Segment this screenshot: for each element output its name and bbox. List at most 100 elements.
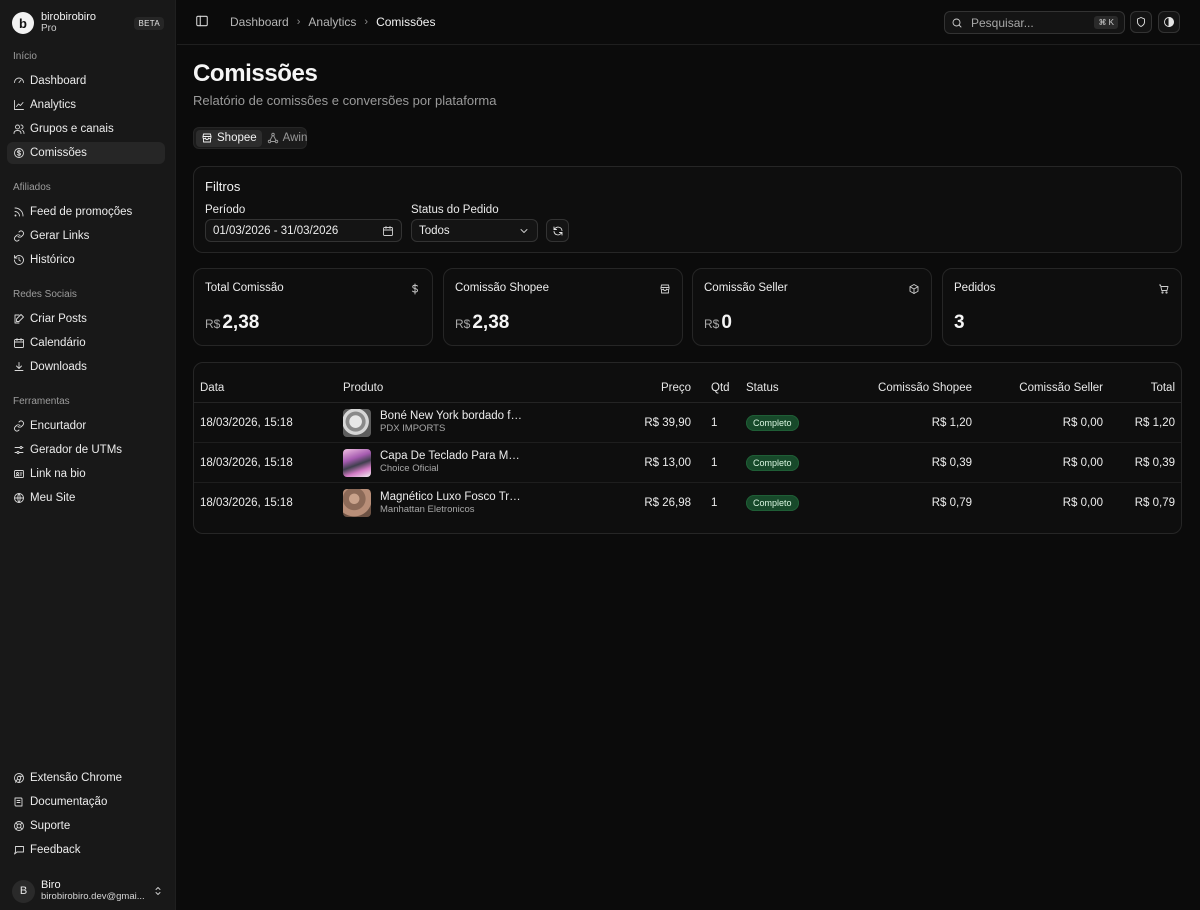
sidebar-item-utms[interactable]: Gerador de UTMs	[7, 439, 165, 461]
cell-date: 18/03/2026, 15:18	[200, 456, 293, 469]
network-icon	[267, 132, 279, 144]
cell-total: R$ 0,39	[1134, 456, 1175, 469]
cell-comissao-seller: R$ 0,00	[1062, 497, 1103, 509]
tab-label: Awin	[282, 132, 308, 144]
sidebar-item-comissoes[interactable]: Comissões	[7, 142, 165, 164]
cell-qty: 1	[711, 456, 718, 469]
sidebar-item-meu-site[interactable]: Meu Site	[7, 487, 165, 509]
globe-icon	[13, 492, 25, 504]
sidebar-item-documentacao[interactable]: Documentação	[7, 791, 165, 813]
sidebar-item-label: Analytics	[30, 99, 77, 111]
cell-total: R$ 0,79	[1134, 497, 1175, 509]
users-icon	[13, 123, 25, 135]
dollar-icon	[409, 283, 421, 295]
tab-awin[interactable]: Awin	[262, 130, 313, 147]
section-label-afiliados: Afiliados	[13, 182, 51, 193]
store-icon	[659, 283, 671, 295]
sidebar-item-label: Calendário	[30, 337, 86, 349]
section-label-inicio: Início	[13, 51, 37, 62]
stat-currency: R$	[704, 317, 720, 331]
package-icon	[908, 283, 920, 295]
search-input[interactable]: Pesquisar... ⌘ K	[944, 11, 1125, 34]
stat-label: Pedidos	[954, 282, 996, 294]
contrast-icon	[1163, 16, 1175, 28]
brand-logo: b	[12, 12, 34, 34]
breadcrumb: Dashboard › Analytics › Comissões	[230, 15, 435, 29]
breadcrumb-dashboard[interactable]: Dashboard	[230, 15, 289, 29]
search-shortcut: ⌘ K	[1094, 16, 1118, 29]
sidebar-item-encurtador[interactable]: Encurtador	[7, 415, 165, 437]
panel-left-icon	[195, 14, 211, 28]
chart-line-icon	[13, 99, 25, 111]
brand-switcher[interactable]: b birobirobiro Pro BETA	[12, 10, 164, 36]
cell-product: Magnético Luxo Fosco Tran... Manhattan E…	[343, 489, 522, 517]
edit-icon	[13, 313, 25, 325]
stat-value: 2,38	[222, 312, 260, 333]
link-icon	[13, 230, 25, 242]
stat-currency: R$	[455, 317, 471, 331]
sidebar-item-label: Downloads	[30, 361, 87, 373]
section-label-redes: Redes Sociais	[13, 289, 77, 300]
rss-icon	[13, 206, 25, 218]
product-thumbnail	[343, 408, 371, 437]
chrome-icon	[13, 772, 25, 784]
stat-label: Comissão Seller	[704, 282, 788, 294]
status-badge: Completo	[746, 454, 799, 471]
table-header: Data Produto Preço Qtd Status Comissão S…	[194, 373, 1181, 403]
message-icon	[13, 844, 25, 856]
sidebar-item-criar-posts[interactable]: Criar Posts	[7, 308, 165, 330]
cell-comissao-shopee: R$ 1,20	[931, 416, 972, 429]
period-date-picker[interactable]: 01/03/2026 - 31/03/2026	[205, 219, 402, 242]
sidebar-item-gerar-links[interactable]: Gerar Links	[7, 225, 165, 247]
sidebar-item-downloads[interactable]: Downloads	[7, 356, 165, 378]
sidebar-item-dashboard[interactable]: Dashboard	[7, 70, 165, 92]
breadcrumb-analytics[interactable]: Analytics	[308, 15, 356, 29]
header-produto: Produto	[343, 381, 384, 394]
sidebar-item-calendario[interactable]: Calendário	[7, 332, 165, 354]
tab-label: Shopee	[217, 132, 257, 144]
sidebar-item-feedback[interactable]: Feedback	[7, 839, 165, 861]
sidebar-toggle-button[interactable]	[195, 14, 211, 30]
sidebar-item-historico[interactable]: Histórico	[7, 249, 165, 271]
table-row[interactable]: 18/03/2026, 15:18 Capa De Teclado Para M…	[194, 443, 1181, 483]
sidebar-item-label: Dashboard	[30, 75, 87, 87]
chevron-right-icon: ›	[296, 16, 301, 28]
search-placeholder: Pesquisar...	[971, 15, 1034, 30]
sidebar-item-label: Gerador de UTMs	[30, 444, 123, 456]
refresh-button[interactable]	[546, 219, 569, 242]
link-icon	[13, 420, 25, 432]
sidebar-item-label: Documentação	[30, 796, 108, 808]
tab-shopee[interactable]: Shopee	[196, 129, 262, 147]
sidebar-item-label: Suporte	[30, 820, 71, 832]
header-preco: Preço	[660, 381, 691, 394]
period-label: Período	[205, 204, 246, 216]
cell-product: Boné New York bordado fro... PDX IMPORTS	[343, 408, 522, 437]
brand-name: birobirobiro	[41, 11, 97, 23]
sidebar-item-suporte[interactable]: Suporte	[7, 815, 165, 837]
sidebar-item-label: Feedback	[30, 844, 81, 856]
sidebar-item-feed[interactable]: Feed de promoções	[7, 201, 165, 223]
sidebar-item-label: Encurtador	[30, 420, 87, 432]
sidebar-item-extensao-chrome[interactable]: Extensão Chrome	[7, 767, 165, 789]
store-icon	[201, 132, 213, 144]
status-select[interactable]: Todos	[411, 219, 538, 242]
stat-label: Total Comissão	[205, 282, 284, 294]
table-row[interactable]: 18/03/2026, 15:18 Magnético Luxo Fosco T…	[194, 483, 1181, 523]
sidebar-item-grupos[interactable]: Grupos e canais	[7, 118, 165, 140]
user-menu[interactable]: B Biro birobirobiro.dev@gmai...	[12, 877, 164, 905]
sidebar-item-label: Grupos e canais	[30, 123, 114, 135]
theme-toggle-button[interactable]	[1158, 11, 1180, 33]
stat-label: Comissão Shopee	[455, 282, 549, 294]
status-value: Todos	[419, 224, 450, 237]
sidebar-item-analytics[interactable]: Analytics	[7, 94, 165, 116]
breadcrumb-current: Comissões	[376, 15, 436, 29]
cell-product: Capa De Teclado Para Mac... Choice Ofici…	[343, 448, 522, 477]
sidebar-item-link-bio[interactable]: Link na bio	[7, 463, 165, 485]
stat-value: 2,38	[472, 312, 510, 333]
sidebar-item-label: Criar Posts	[30, 313, 87, 325]
table-row[interactable]: 18/03/2026, 15:18 Boné New York bordado …	[194, 403, 1181, 443]
shield-button[interactable]	[1130, 11, 1152, 33]
avatar: B	[12, 879, 35, 903]
page-subtitle: Relatório de comissões e conversões por …	[193, 93, 497, 108]
stat-card-comissao-seller: Comissão Seller R$ 0	[692, 268, 932, 346]
